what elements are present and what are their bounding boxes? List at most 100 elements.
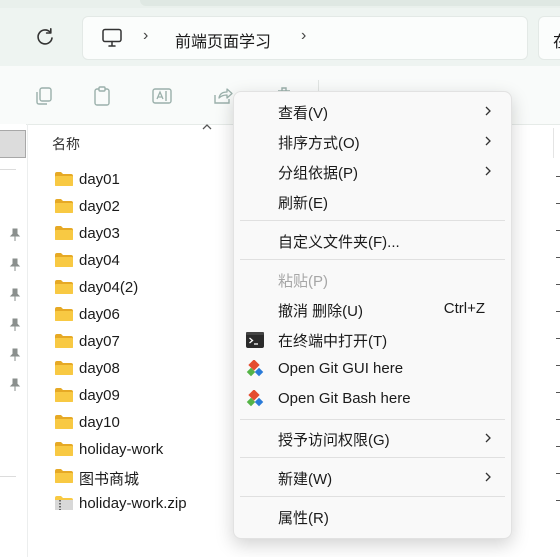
file-name: day04(2) <box>79 279 139 296</box>
file-name: day01 <box>79 171 120 188</box>
menu-item-grant-access[interactable]: 授予访问权限(G) <box>234 424 511 454</box>
chevron-right-icon[interactable]: › <box>301 27 306 45</box>
file-list-item[interactable]: day04(2) <box>52 274 232 301</box>
terminal-icon <box>246 332 264 348</box>
folder-icon <box>54 306 74 322</box>
navigation-pane <box>0 124 26 557</box>
clipped-column-text <box>556 311 560 312</box>
file-name: day04 <box>79 252 120 269</box>
pin-icon[interactable] <box>8 228 22 242</box>
menu-item-shortcut: Ctrl+Z <box>443 300 485 317</box>
menu-item-refresh[interactable]: 刷新(E) <box>234 187 511 217</box>
menu-item-git-gui[interactable]: Open Git GUI here <box>234 355 511 385</box>
folder-icon <box>54 441 74 457</box>
clipped-column-text <box>556 365 560 366</box>
file-list-item[interactable]: day04 <box>52 247 232 274</box>
nav-divider <box>0 476 16 477</box>
refresh-icon[interactable] <box>34 26 56 48</box>
clipped-column-text <box>556 257 560 258</box>
menu-item-group-by[interactable]: 分组依据(P) <box>234 157 511 187</box>
paste-icon[interactable] <box>90 84 114 108</box>
submenu-arrow-icon <box>485 472 491 482</box>
folder-icon <box>54 171 74 187</box>
file-name: holiday-work <box>79 441 164 458</box>
this-pc-icon[interactable] <box>101 28 123 48</box>
clipped-column-text <box>556 419 560 420</box>
menu-item-label: 新建(W) <box>278 471 333 488</box>
submenu-arrow-icon <box>485 433 491 443</box>
folder-icon <box>54 468 74 484</box>
menu-separator <box>240 220 505 221</box>
folder-icon <box>54 252 74 268</box>
clipped-column-text <box>556 176 560 177</box>
chevron-right-icon[interactable]: › <box>143 27 148 45</box>
menu-item-properties[interactable]: 属性(R) <box>234 502 511 532</box>
file-list-item[interactable]: day03 <box>52 220 232 247</box>
file-name: day10 <box>79 414 120 431</box>
file-name: 图书商城 <box>79 471 140 488</box>
file-list-item[interactable]: day06 <box>52 301 232 328</box>
folder-icon <box>54 198 74 214</box>
pin-icon[interactable] <box>8 378 22 392</box>
clipped-column-text <box>556 500 560 501</box>
column-header-name[interactable]: 名称 <box>52 134 80 154</box>
folder-icon <box>54 225 74 241</box>
folder-icon <box>54 279 74 295</box>
menu-item-new[interactable]: 新建(W) <box>234 463 511 493</box>
search-box[interactable]: 在 <box>538 16 560 60</box>
menu-item-label: 刷新(E) <box>278 195 328 212</box>
menu-separator <box>240 259 505 260</box>
nav-selected-item[interactable] <box>0 130 26 158</box>
file-list-item[interactable]: day10 <box>52 409 232 436</box>
menu-item-label: 排序方式(O) <box>278 135 360 152</box>
file-list-item[interactable]: holiday-work.zip <box>52 490 232 517</box>
address-bar[interactable]: › 前端页面学习 › <box>82 16 528 60</box>
menu-item-sort-by[interactable]: 排序方式(O) <box>234 127 511 157</box>
active-tab[interactable] <box>140 0 560 6</box>
pin-icon[interactable] <box>8 258 22 272</box>
file-name: day06 <box>79 306 120 323</box>
menu-item-label: 查看(V) <box>278 105 328 122</box>
file-name: day08 <box>79 360 120 377</box>
git-gui-icon <box>246 360 264 377</box>
zip-folder-icon <box>54 495 74 511</box>
menu-separator <box>240 496 505 497</box>
menu-separator <box>240 419 505 420</box>
clipped-column-text <box>556 203 560 204</box>
address-row: › 前端页面学习 › 在 <box>0 8 560 66</box>
pin-icon[interactable] <box>8 318 22 332</box>
sort-ascending-icon[interactable] <box>201 119 213 130</box>
clipped-column-text <box>556 446 560 447</box>
nav-divider <box>0 169 16 170</box>
copy-icon[interactable] <box>32 84 56 108</box>
menu-item-open-in-terminal[interactable]: 在终端中打开(T) <box>234 325 511 355</box>
pin-icon[interactable] <box>8 288 22 302</box>
share-icon[interactable] <box>211 84 235 108</box>
menu-item-label: Open Git Bash here <box>278 390 411 407</box>
file-list-item[interactable]: day07 <box>52 328 232 355</box>
git-bash-icon <box>246 390 264 407</box>
clipped-column-text <box>556 392 560 393</box>
file-list-item[interactable]: day08 <box>52 355 232 382</box>
breadcrumb-current-folder[interactable]: 前端页面学习 <box>175 28 271 52</box>
clipped-column-text <box>556 230 560 231</box>
pin-icon[interactable] <box>8 348 22 362</box>
menu-item-undo-delete[interactable]: 撤消 删除(U) Ctrl+Z <box>234 295 511 325</box>
menu-item-git-bash[interactable]: Open Git Bash here <box>234 385 511 415</box>
menu-item-label: 在终端中打开(T) <box>278 333 388 350</box>
folder-icon <box>54 333 74 349</box>
file-list-item[interactable]: holiday-work <box>52 436 232 463</box>
menu-item-customize-folder[interactable]: 自定义文件夹(F)... <box>234 226 511 256</box>
column-divider[interactable] <box>553 128 554 158</box>
file-list-item[interactable]: day09 <box>52 382 232 409</box>
menu-item-label: 粘贴(P) <box>278 273 328 290</box>
menu-item-view[interactable]: 查看(V) <box>234 97 511 127</box>
pane-splitter[interactable] <box>27 124 28 557</box>
menu-item-label: 撤消 删除(U) <box>278 303 363 320</box>
file-list-item[interactable]: day01 <box>52 166 232 193</box>
file-list-item[interactable]: day02 <box>52 193 232 220</box>
file-list-item[interactable]: 图书商城 <box>52 463 232 490</box>
rename-icon[interactable] <box>150 84 174 108</box>
clipped-column-text <box>556 284 560 285</box>
menu-item-paste: 粘贴(P) <box>234 265 511 295</box>
